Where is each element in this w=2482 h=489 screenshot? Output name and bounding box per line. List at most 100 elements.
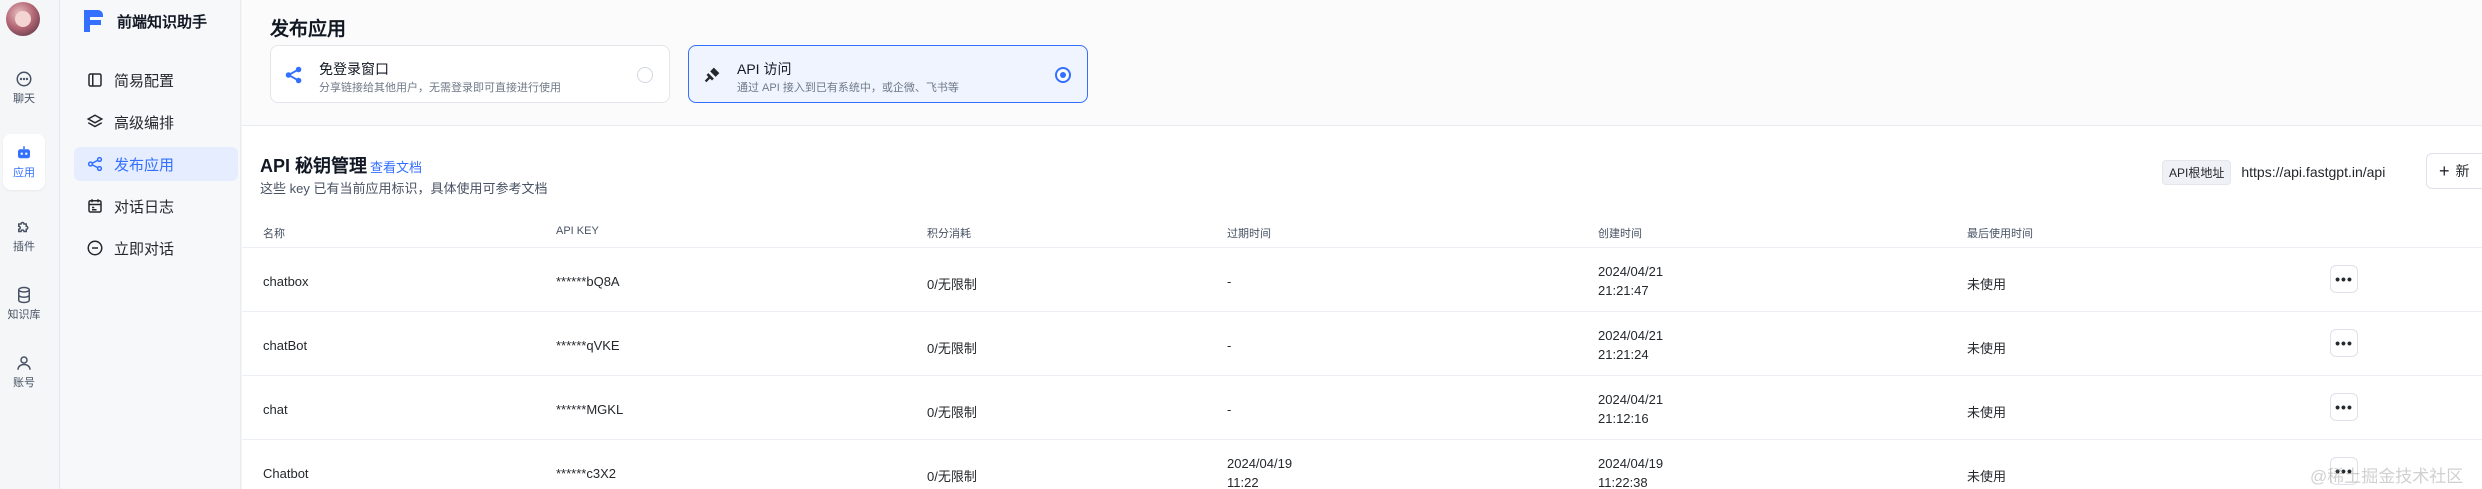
cell-created-date: 2024/04/21 — [1598, 264, 1664, 279]
app-brand: 前端知识助手 — [81, 8, 207, 34]
publish-section: 发布应用 免登录窗口 分享链接给其他用户，无需登录即可直接进行使用 API 访问… — [242, 0, 2482, 126]
rail-item-chat[interactable]: 聊天 — [3, 60, 45, 116]
col-created: 创建时间 — [1598, 228, 1642, 240]
menu-item-advanced[interactable]: 高级编排 — [74, 105, 238, 139]
api-access-card[interactable]: API 访问 通过 API 接入到已有系统中，或企微、飞书等 — [688, 45, 1088, 103]
table-row: chatBot ******qVKE 0/无限制 - 2024/04/21 21… — [242, 312, 2482, 376]
rail-label: 应用 — [13, 167, 35, 179]
row-more-button[interactable]: ••• — [2330, 265, 2358, 293]
robot-icon — [18, 146, 30, 159]
row-more-button[interactable]: ••• — [2330, 393, 2358, 421]
menu-item-simple-config[interactable]: 简易配置 — [74, 63, 238, 97]
cell-usage: 0/无限制 — [927, 405, 977, 420]
cell-last-used: 未使用 — [1967, 469, 2007, 484]
cell-name: chatBot — [263, 338, 308, 353]
col-name: 名称 — [263, 228, 285, 240]
cell-created-time: 21:12:16 — [1598, 411, 1649, 426]
api-key-title: API 秘钥管理 — [260, 156, 368, 176]
simple-config-icon — [88, 73, 102, 87]
rail-label: 知识库 — [7, 309, 41, 321]
cell-usage: 0/无限制 — [927, 277, 977, 292]
new-key-label: 新 — [2455, 163, 2470, 179]
rail-label: 聊天 — [13, 93, 35, 105]
rail-item-apps[interactable]: 应用 — [3, 134, 45, 190]
table-row: chatbox ******bQ8A 0/无限制 - 2024/04/21 21… — [242, 248, 2482, 312]
menu-item-label: 高级编排 — [114, 114, 175, 132]
cell-key: ******MGKL — [556, 402, 624, 417]
cell-last-used: 未使用 — [1967, 341, 2007, 356]
layers-icon — [86, 114, 104, 128]
cell-expire: - — [1227, 402, 1232, 417]
app-logo-icon — [84, 10, 103, 32]
api-plug-icon — [704, 67, 720, 83]
cell-expire: - — [1227, 274, 1232, 289]
menu-item-label: 发布应用 — [114, 156, 175, 174]
cell-expire-time: 11:22 — [1227, 475, 1259, 489]
col-last-used: 最后使用时间 — [1967, 228, 2033, 240]
menu-item-chat-logs[interactable]: 对话日志 — [74, 189, 238, 223]
main-content: 发布应用 免登录窗口 分享链接给其他用户，无需登录即可直接进行使用 API 访问… — [242, 0, 2482, 489]
share-link-icon — [285, 66, 302, 84]
card-desc: 通过 API 接入到已有系统中，或企微、飞书等 — [737, 82, 959, 94]
app-name: 前端知识助手 — [117, 13, 208, 31]
chat-icon — [87, 240, 103, 256]
cell-expire-date: 2024/04/19 — [1227, 456, 1293, 471]
cell-created-date: 2024/04/19 — [1598, 456, 1664, 471]
menu-item-label: 简易配置 — [114, 72, 175, 90]
api-base-tag: API根地址 — [2162, 159, 2232, 185]
col-api-key: API KEY — [556, 225, 599, 237]
rail-label: 账号 — [13, 377, 35, 389]
cell-name: chat — [263, 402, 288, 417]
menu-item-chat-now[interactable]: 立即对话 — [74, 231, 238, 265]
database-icon — [18, 286, 30, 304]
view-docs-link[interactable]: 查看文档 — [370, 157, 422, 176]
table-header: 名称 API KEY 积分消耗 过期时间 创建时间 最后使用时间 — [242, 218, 2482, 248]
plus-icon: + — [2439, 161, 2450, 181]
row-more-button[interactable]: ••• — [2330, 329, 2358, 357]
new-key-button[interactable]: + 新 — [2426, 153, 2482, 189]
cell-created-date: 2024/04/21 — [1598, 392, 1664, 407]
cell-last-used: 未使用 — [1967, 277, 2007, 292]
page-title: 发布应用 — [270, 19, 347, 40]
menu-item-publish[interactable]: 发布应用 — [74, 147, 238, 181]
card-title: 免登录窗口 — [319, 61, 389, 77]
cell-created-time: 11:22:38 — [1598, 475, 1648, 489]
avatar[interactable] — [6, 2, 40, 36]
col-usage: 积分消耗 — [927, 228, 971, 240]
card-desc: 分享链接给其他用户，无需登录即可直接进行使用 — [319, 82, 561, 94]
cell-key: ******qVKE — [556, 338, 620, 353]
watermark: @稀土掘金技术社区 — [2310, 467, 2464, 486]
app-sidebar: 前端知识助手 简易配置 高级编排 发布应用 对话日志 立即对话 — [61, 0, 241, 489]
menu-item-label: 立即对话 — [114, 240, 175, 258]
api-access-radio[interactable] — [1055, 67, 1071, 83]
share-icon — [87, 156, 103, 172]
cell-expire: - — [1227, 338, 1232, 353]
puzzle-icon — [18, 221, 29, 233]
rail-item-account[interactable]: 账号 — [3, 344, 45, 400]
col-expire: 过期时间 — [1227, 228, 1271, 240]
icon-rail: 聊天 应用 插件 知识库 账号 — [0, 0, 60, 489]
share-link-card[interactable]: 免登录窗口 分享链接给其他用户，无需登录即可直接进行使用 — [270, 45, 670, 103]
cell-key: ******bQ8A — [556, 274, 620, 289]
api-base-url-text[interactable]: https://api.fastgpt.in/api — [2241, 164, 2385, 180]
table-row: Chatbot ******c3X2 0/无限制 2024/04/19 11:2… — [242, 440, 2482, 489]
chat-bubble-icon — [16, 71, 32, 87]
cell-created-time: 21:21:24 — [1598, 347, 1649, 362]
cell-created-date: 2024/04/21 — [1598, 328, 1664, 343]
table-row: chat ******MGKL 0/无限制 - 2024/04/21 21:12… — [242, 376, 2482, 440]
user-icon — [17, 356, 31, 370]
cell-usage: 0/无限制 — [927, 469, 977, 484]
cell-created-time: 21:21:47 — [1598, 283, 1649, 298]
api-base-url: API根地址 https://api.fastgpt.in/api — [2162, 158, 2385, 186]
app-menu: 简易配置 高级编排 发布应用 对话日志 立即对话 — [74, 63, 238, 273]
cell-name: Chatbot — [263, 466, 309, 481]
rail-label: 插件 — [13, 241, 35, 253]
calendar-log-icon — [88, 199, 102, 213]
api-key-subtitle: 这些 key 已有当前应用标识，具体使用可参考文档 — [260, 181, 548, 196]
share-link-radio[interactable] — [637, 67, 653, 83]
menu-item-label: 对话日志 — [114, 198, 175, 216]
cell-last-used: 未使用 — [1967, 405, 2007, 420]
rail-item-knowledge[interactable]: 知识库 — [3, 276, 45, 332]
rail-item-plugins[interactable]: 插件 — [3, 208, 45, 264]
card-title: API 访问 — [737, 61, 792, 77]
